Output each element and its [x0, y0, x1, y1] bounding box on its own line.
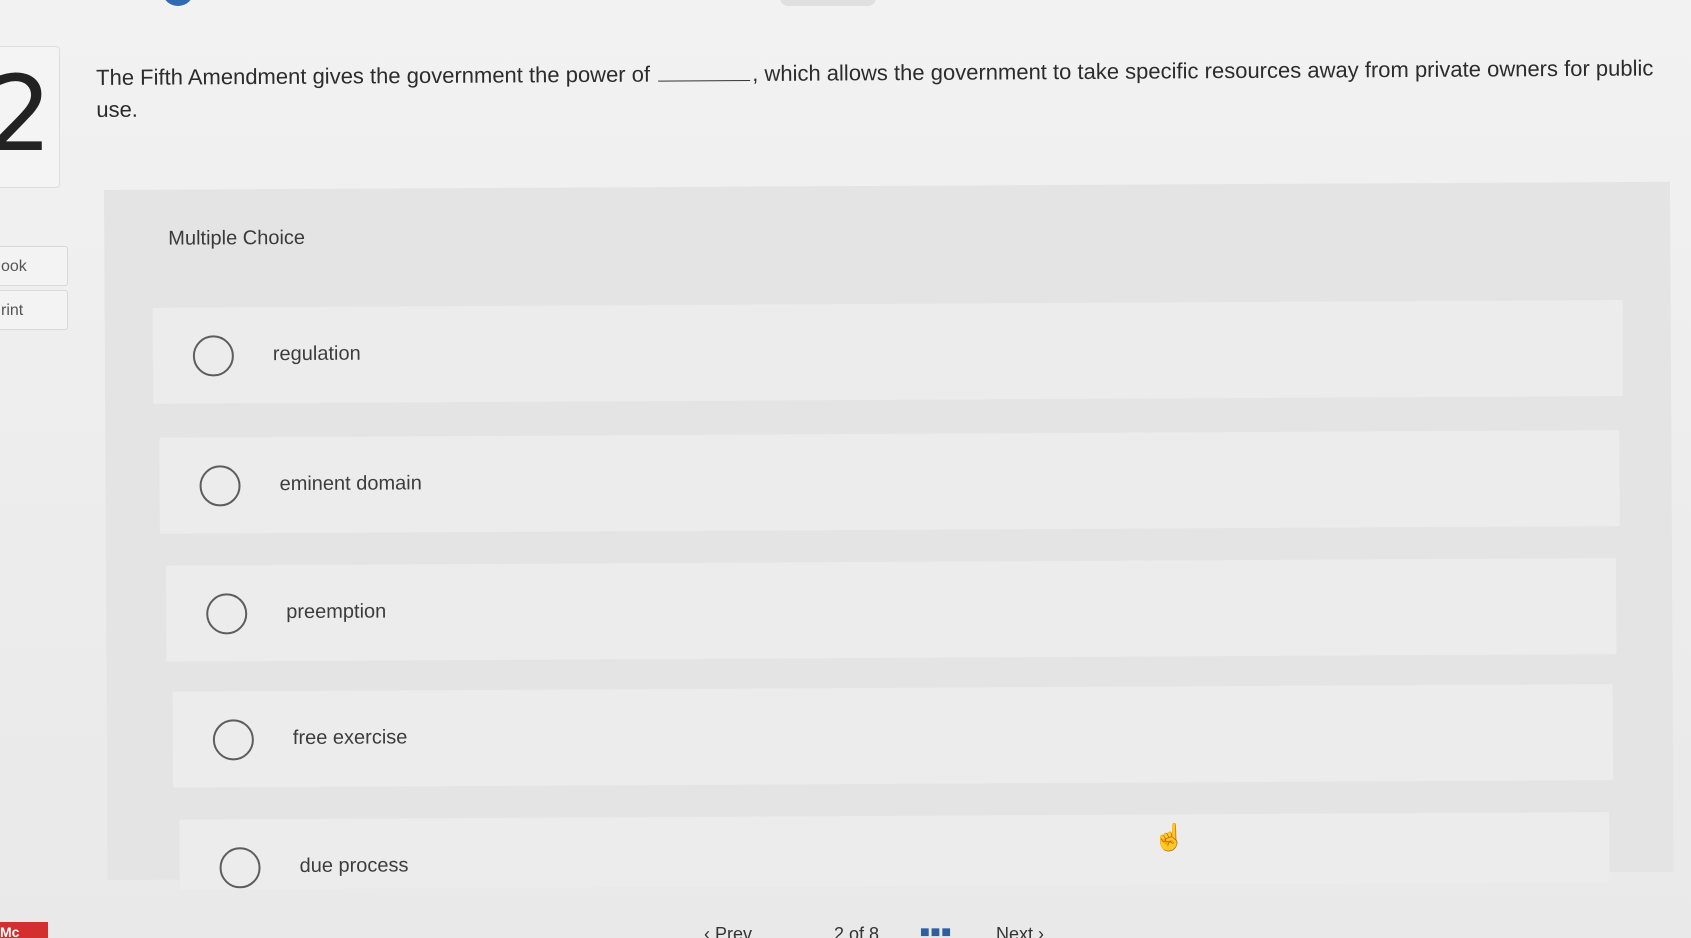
- bottom-navigation: Mc ‹ Prev 2 of 8 ■■■ Next ›: [0, 912, 1691, 938]
- top-accent-icon: [162, 0, 194, 6]
- answer-option-label: eminent domain: [279, 472, 422, 496]
- page: 2 ook rint The Fifth Amendment gives the…: [0, 0, 1691, 938]
- question-text: The Fifth Amendment gives the government…: [96, 52, 1656, 126]
- answer-option[interactable]: preemption: [165, 558, 1617, 662]
- print-label: rint: [1, 302, 24, 319]
- answer-option[interactable]: regulation: [152, 300, 1624, 404]
- radio-button[interactable]: [206, 593, 248, 635]
- question-text-before: The Fifth Amendment gives the government…: [96, 61, 651, 90]
- top-tab[interactable]: [780, 0, 876, 6]
- answer-option[interactable]: free exercise: [172, 684, 1614, 788]
- radio-button[interactable]: [212, 719, 254, 761]
- hand-cursor-icon: ☝: [1153, 822, 1186, 852]
- brand-badge: Mc: [0, 922, 48, 938]
- answer-option[interactable]: due process: [179, 812, 1610, 890]
- answer-option-label: free exercise: [292, 726, 408, 750]
- answer-option-label: due process: [299, 854, 409, 877]
- page-counter: 2 of 8: [834, 924, 880, 938]
- print-button[interactable]: rint: [0, 290, 68, 330]
- answer-option-label: regulation: [272, 342, 361, 366]
- question-type-label: Multiple Choice: [168, 226, 306, 250]
- top-strip: [0, 0, 1691, 28]
- answer-option-label: preemption: [286, 600, 387, 624]
- question-number: 2: [0, 53, 53, 175]
- radio-button[interactable]: [192, 335, 234, 377]
- prev-button[interactable]: ‹ Prev: [704, 924, 752, 938]
- radio-button[interactable]: [199, 465, 241, 507]
- answer-panel: Multiple Choice regulation eminent domai…: [104, 181, 1674, 890]
- next-button[interactable]: Next ›: [996, 924, 1044, 938]
- answer-blank: [658, 61, 751, 82]
- answer-option[interactable]: eminent domain: [159, 430, 1620, 534]
- ebook-label: ook: [1, 258, 27, 275]
- grid-icon[interactable]: ■■■: [920, 924, 952, 938]
- radio-button[interactable]: [219, 847, 261, 889]
- ebook-button[interactable]: ook: [0, 246, 68, 286]
